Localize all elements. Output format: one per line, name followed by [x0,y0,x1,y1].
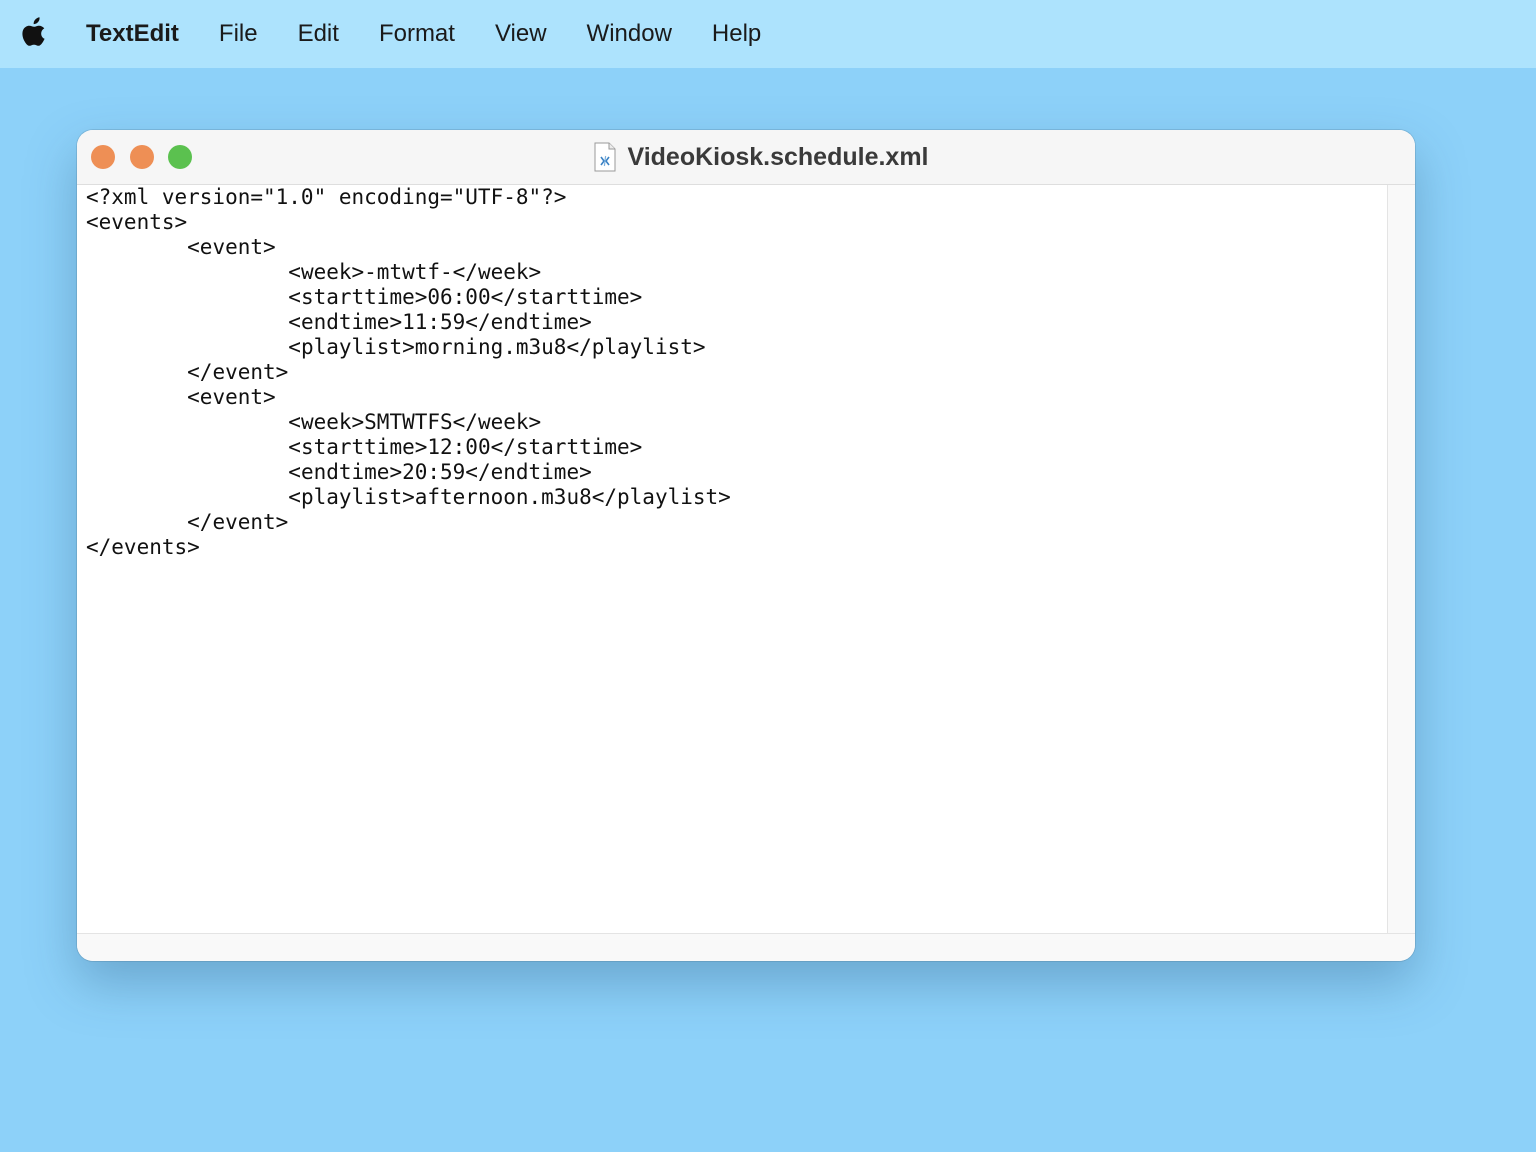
document-text[interactable]: <?xml version="1.0" encoding="UTF-8"?> <… [77,185,1387,560]
menu-bar: TextEdit File Edit Format View Window He… [0,0,1536,68]
menu-format[interactable]: Format [379,0,455,68]
textedit-window: VideoKiosk.schedule.xml <?xml version="1… [77,130,1415,961]
vertical-scrollbar[interactable] [1387,185,1415,933]
menu-window[interactable]: Window [587,0,672,68]
menu-app-name[interactable]: TextEdit [86,0,179,68]
title-group: VideoKiosk.schedule.xml [77,130,1415,184]
menu-help[interactable]: Help [712,0,761,68]
menu-view[interactable]: View [495,0,547,68]
document-text-area[interactable]: <?xml version="1.0" encoding="UTF-8"?> <… [77,185,1387,933]
menu-file[interactable]: File [219,0,258,68]
apple-logo-icon[interactable] [20,14,48,50]
xml-document-icon[interactable] [593,142,617,172]
horizontal-scrollbar[interactable] [77,933,1415,961]
menu-edit[interactable]: Edit [298,0,339,68]
window-title: VideoKiosk.schedule.xml [627,143,928,172]
title-bar[interactable]: VideoKiosk.schedule.xml [77,130,1415,185]
